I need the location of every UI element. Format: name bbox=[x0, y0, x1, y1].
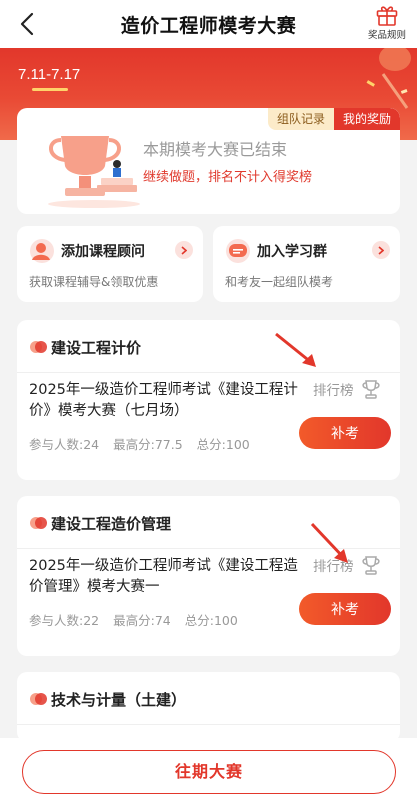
exam-section-card: 建设工程计价 2025年一级造价工程师考试《建设工程计价》模考大赛（七月场） 参… bbox=[17, 320, 400, 480]
divider bbox=[17, 724, 400, 725]
section-dot-icon bbox=[30, 517, 47, 529]
prize-rules-button[interactable]: 奖品规则 bbox=[365, 4, 409, 46]
total-score: 总分:100 bbox=[184, 613, 238, 628]
contest-result-card: 组队记录 我的奖励 本期模考大赛已结束 继续做题，排名不计入得奖榜 bbox=[17, 108, 400, 214]
bottom-bar: 往期大赛 bbox=[0, 738, 417, 810]
advisor-icon bbox=[30, 239, 54, 263]
my-reward-button[interactable]: 我的奖励 bbox=[333, 108, 400, 130]
section-title: 建设工程造价管理 bbox=[51, 515, 172, 533]
trophy-icon bbox=[48, 136, 140, 208]
date-tab-indicator bbox=[32, 88, 68, 91]
section-dot-icon bbox=[30, 341, 47, 353]
exam-name[interactable]: 2025年一级造价工程师考试《建设工程计价》模考大赛（七月场） bbox=[29, 380, 299, 422]
trophy-outline-icon bbox=[361, 556, 380, 575]
study-group-subtitle: 和考友一起组队模考 bbox=[225, 275, 334, 289]
trophy-outline-icon bbox=[361, 380, 380, 399]
total-score: 总分:100 bbox=[196, 437, 250, 452]
exam-name[interactable]: 2025年一级造价工程师考试《建设工程造价管理》模考大赛一 bbox=[29, 556, 299, 598]
high-score: 最高分:77.5 bbox=[113, 437, 183, 452]
study-group-card[interactable]: 加入学习群 和考友一起组队模考 bbox=[213, 226, 400, 302]
date-tab-active[interactable]: 7.11-7.17 bbox=[18, 66, 80, 83]
back-button[interactable] bbox=[14, 10, 40, 38]
participant-count: 参与人数:24 bbox=[29, 437, 100, 452]
top-nav-bar: 造价工程师模考大赛 奖品规则 bbox=[0, 0, 417, 48]
chevron-right-icon bbox=[372, 241, 390, 259]
page-title: 造价工程师模考大赛 bbox=[120, 14, 297, 37]
course-advisor-title: 添加课程顾问 bbox=[61, 244, 145, 260]
course-advisor-card[interactable]: 添加课程顾问 获取课程辅导&领取优惠 bbox=[17, 226, 203, 302]
record-chips: 组队记录 我的奖励 bbox=[267, 108, 400, 130]
past-contests-button[interactable]: 往期大赛 bbox=[22, 750, 396, 794]
exam-stats: 参与人数:24 最高分:77.5 总分:100 bbox=[29, 434, 250, 453]
chevron-right-icon bbox=[175, 241, 193, 259]
annotation-arrow-icon bbox=[310, 522, 348, 563]
section-title: 技术与计量（土建） bbox=[51, 691, 187, 709]
exam-section-card: 技术与计量（土建） bbox=[17, 672, 400, 742]
retake-button[interactable]: 补考 bbox=[299, 417, 391, 449]
retake-button[interactable]: 补考 bbox=[299, 593, 391, 625]
section-dot-icon bbox=[30, 693, 47, 705]
high-score: 最高分:74 bbox=[113, 613, 171, 628]
gift-icon bbox=[376, 6, 398, 26]
chevron-left-icon bbox=[20, 12, 34, 36]
leaderboard-link[interactable]: 排行榜 bbox=[313, 378, 382, 400]
leaderboard-label: 排行榜 bbox=[313, 383, 354, 399]
result-subtitle: 继续做题，排名不计入得奖榜 bbox=[143, 170, 313, 185]
divider bbox=[17, 372, 400, 373]
prize-rules-label: 奖品规则 bbox=[367, 30, 406, 41]
result-title: 本期模考大赛已结束 bbox=[143, 140, 288, 159]
annotation-arrow-icon bbox=[275, 332, 316, 367]
team-record-button[interactable]: 组队记录 bbox=[267, 108, 334, 130]
participant-count: 参与人数:22 bbox=[29, 613, 100, 628]
exam-stats: 参与人数:22 最高分:74 总分:100 bbox=[29, 610, 238, 629]
chat-icon bbox=[226, 239, 250, 263]
course-advisor-subtitle: 获取课程辅导&领取优惠 bbox=[29, 275, 159, 289]
study-group-title: 加入学习群 bbox=[257, 244, 327, 260]
section-title: 建设工程计价 bbox=[51, 339, 142, 357]
